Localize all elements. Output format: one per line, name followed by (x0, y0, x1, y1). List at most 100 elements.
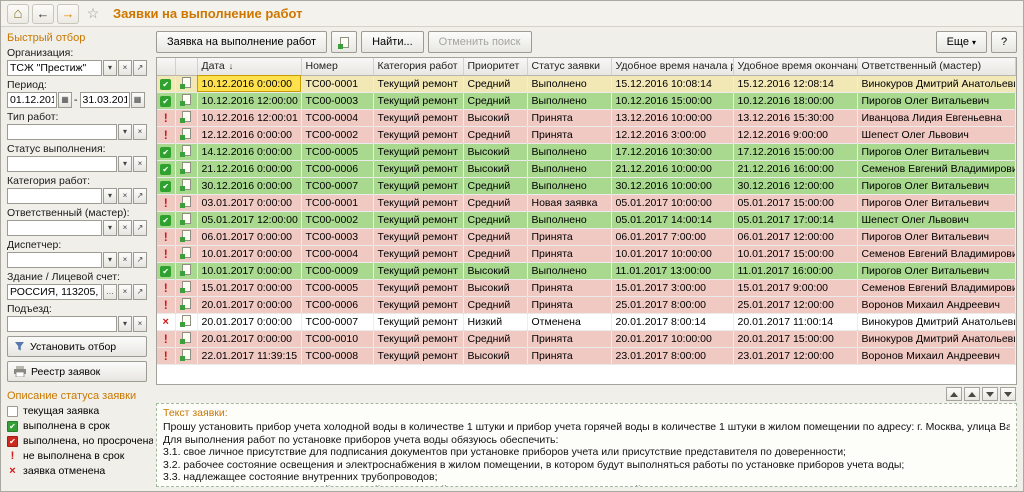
cell-category[interactable]: Текущий ремонт (373, 279, 463, 296)
building-clear-icon[interactable]: × (118, 284, 132, 300)
cell-number[interactable]: ТС00-0005 (301, 143, 373, 160)
cell-category[interactable]: Текущий ремонт (373, 228, 463, 245)
cell-category[interactable]: Текущий ремонт (373, 109, 463, 126)
cell-start-time[interactable]: 13.12.2016 10:00:00 (611, 109, 733, 126)
cell-priority[interactable]: Средний (463, 194, 527, 211)
cell-number[interactable]: ТС00-0006 (301, 296, 373, 313)
cell-status[interactable]: Принята (527, 228, 611, 245)
cell-date[interactable]: 12.12.2016 0:00:00 (197, 126, 301, 143)
cell-status[interactable]: Выполнено (527, 211, 611, 228)
cell-end-time[interactable]: 21.12.2016 16:00:00 (733, 160, 857, 177)
work-type-dropdown-icon[interactable]: ▾ (118, 124, 132, 140)
work-type-input[interactable] (7, 124, 117, 140)
table-row[interactable]: !20.01.2017 0:00:00ТС00-0006Текущий ремо… (157, 296, 1016, 313)
cell-end-time[interactable]: 17.12.2016 15:00:00 (733, 143, 857, 160)
cell-status[interactable]: Выполнено (527, 160, 611, 177)
cell-category[interactable]: Текущий ремонт (373, 330, 463, 347)
entrance-clear-icon[interactable]: × (133, 316, 147, 332)
cell-date[interactable]: 06.01.2017 0:00:00 (197, 228, 301, 245)
cell-status[interactable]: Выполнено (527, 75, 611, 92)
set-filter-button[interactable]: Установить отбор (7, 336, 147, 357)
cell-number[interactable]: ТС00-0006 (301, 160, 373, 177)
column-header[interactable]: Категория работ (373, 58, 463, 75)
cell-priority[interactable]: Средний (463, 75, 527, 92)
table-row[interactable]: ✔05.01.2017 12:00:00ТС00-0002Текущий рем… (157, 211, 1016, 228)
table-row[interactable]: ✔30.12.2016 0:00:00ТС00-0007Текущий ремо… (157, 177, 1016, 194)
cell-end-time[interactable]: 10.01.2017 15:00:00 (733, 245, 857, 262)
scroll-up-button[interactable] (964, 387, 980, 401)
cell-category[interactable]: Текущий ремонт (373, 75, 463, 92)
column-header[interactable]: Номер (301, 58, 373, 75)
help-button[interactable]: ? (991, 31, 1017, 53)
entrance-dropdown-icon[interactable]: ▾ (118, 316, 132, 332)
cell-status[interactable]: Принята (527, 347, 611, 364)
table-row[interactable]: ×20.01.2017 0:00:00ТС00-0007Текущий ремо… (157, 313, 1016, 330)
favorite-button[interactable]: ☆ (82, 4, 104, 24)
cell-date[interactable]: 22.01.2017 11:39:15 (197, 347, 301, 364)
cell-start-time[interactable]: 10.01.2017 10:00:00 (611, 245, 733, 262)
cell-status[interactable]: Принята (527, 126, 611, 143)
cell-start-time[interactable]: 21.12.2016 10:00:00 (611, 160, 733, 177)
organization-dropdown-icon[interactable]: ▾ (103, 60, 117, 76)
cell-priority[interactable]: Высокий (463, 109, 527, 126)
column-header[interactable]: Удобное время окончания работ (733, 58, 857, 75)
cell-end-time[interactable]: 15.01.2017 9:00:00 (733, 279, 857, 296)
cell-priority[interactable]: Средний (463, 330, 527, 347)
cell-category[interactable]: Текущий ремонт (373, 313, 463, 330)
dispatcher-input[interactable] (7, 252, 102, 268)
cell-start-time[interactable]: 23.01.2017 8:00:00 (611, 347, 733, 364)
cell-status[interactable]: Отменена (527, 313, 611, 330)
calendar-icon[interactable]: ▦ (58, 92, 72, 108)
cell-start-time[interactable]: 15.01.2017 3:00:00 (611, 279, 733, 296)
cell-date[interactable]: 30.12.2016 0:00:00 (197, 177, 301, 194)
cell-priority[interactable]: Высокий (463, 143, 527, 160)
cell-start-time[interactable]: 30.12.2016 10:00:00 (611, 177, 733, 194)
table-row[interactable]: !10.01.2017 0:00:00ТС00-0004Текущий ремо… (157, 245, 1016, 262)
cell-start-time[interactable]: 25.01.2017 8:00:00 (611, 296, 733, 313)
cell-priority[interactable]: Средний (463, 296, 527, 313)
calendar-icon[interactable]: ▦ (131, 92, 145, 108)
scroll-down-button[interactable] (982, 387, 998, 401)
cell-status[interactable]: Принята (527, 296, 611, 313)
cell-master[interactable]: Воронов Михаил Андреевич (857, 347, 1016, 364)
cell-master[interactable]: Винокуров Дмитрий Анатольевич (857, 75, 1016, 92)
cell-category[interactable]: Текущий ремонт (373, 262, 463, 279)
cancel-search-button[interactable]: Отменить поиск (428, 31, 532, 53)
table-row[interactable]: !15.01.2017 0:00:00ТС00-0005Текущий ремо… (157, 279, 1016, 296)
category-open-icon[interactable]: ↗ (133, 188, 147, 204)
cell-end-time[interactable]: 05.01.2017 15:00:00 (733, 194, 857, 211)
cell-date[interactable]: 20.01.2017 0:00:00 (197, 330, 301, 347)
cell-category[interactable]: Текущий ремонт (373, 211, 463, 228)
exec-status-input[interactable] (7, 156, 117, 172)
cell-number[interactable]: ТС00-0001 (301, 75, 373, 92)
cell-date[interactable]: 20.01.2017 0:00:00 (197, 313, 301, 330)
table-row[interactable]: !22.01.2017 11:39:15ТС00-0008Текущий рем… (157, 347, 1016, 364)
cell-master[interactable]: Пирогов Олег Витальевич (857, 262, 1016, 279)
organization-input[interactable] (7, 60, 102, 76)
table-row[interactable]: !03.01.2017 0:00:00ТС00-0001Текущий ремо… (157, 194, 1016, 211)
cell-status[interactable]: Принята (527, 330, 611, 347)
cell-end-time[interactable]: 20.01.2017 15:00:00 (733, 330, 857, 347)
cell-number[interactable]: ТС00-0004 (301, 109, 373, 126)
cell-master[interactable]: Семенов Евгений Владимирович (857, 245, 1016, 262)
cell-date[interactable]: 05.01.2017 12:00:00 (197, 211, 301, 228)
cell-date[interactable]: 03.01.2017 0:00:00 (197, 194, 301, 211)
cell-status[interactable]: Выполнено (527, 92, 611, 109)
table-row[interactable]: ✔14.12.2016 0:00:00ТС00-0005Текущий ремо… (157, 143, 1016, 160)
exec-status-dropdown-icon[interactable]: ▾ (118, 156, 132, 172)
column-header[interactable] (157, 58, 175, 75)
category-dropdown-icon[interactable]: ▾ (103, 188, 117, 204)
cell-master[interactable]: Семенов Евгений Владимирович (857, 160, 1016, 177)
cell-master[interactable]: Пирогов Олег Витальевич (857, 143, 1016, 160)
cell-date[interactable]: 10.12.2016 12:00:00 (197, 92, 301, 109)
cell-start-time[interactable]: 05.01.2017 14:00:14 (611, 211, 733, 228)
cell-category[interactable]: Текущий ремонт (373, 177, 463, 194)
cell-number[interactable]: ТС00-0003 (301, 92, 373, 109)
cell-end-time[interactable]: 11.01.2017 16:00:00 (733, 262, 857, 279)
building-choose-icon[interactable]: … (103, 284, 117, 300)
cell-category[interactable]: Текущий ремонт (373, 347, 463, 364)
cell-date[interactable]: 10.12.2016 12:00:01 (197, 109, 301, 126)
work-type-clear-icon[interactable]: × (133, 124, 147, 140)
cell-priority[interactable]: Высокий (463, 160, 527, 177)
cell-master[interactable]: Семенов Евгений Владимирович (857, 279, 1016, 296)
